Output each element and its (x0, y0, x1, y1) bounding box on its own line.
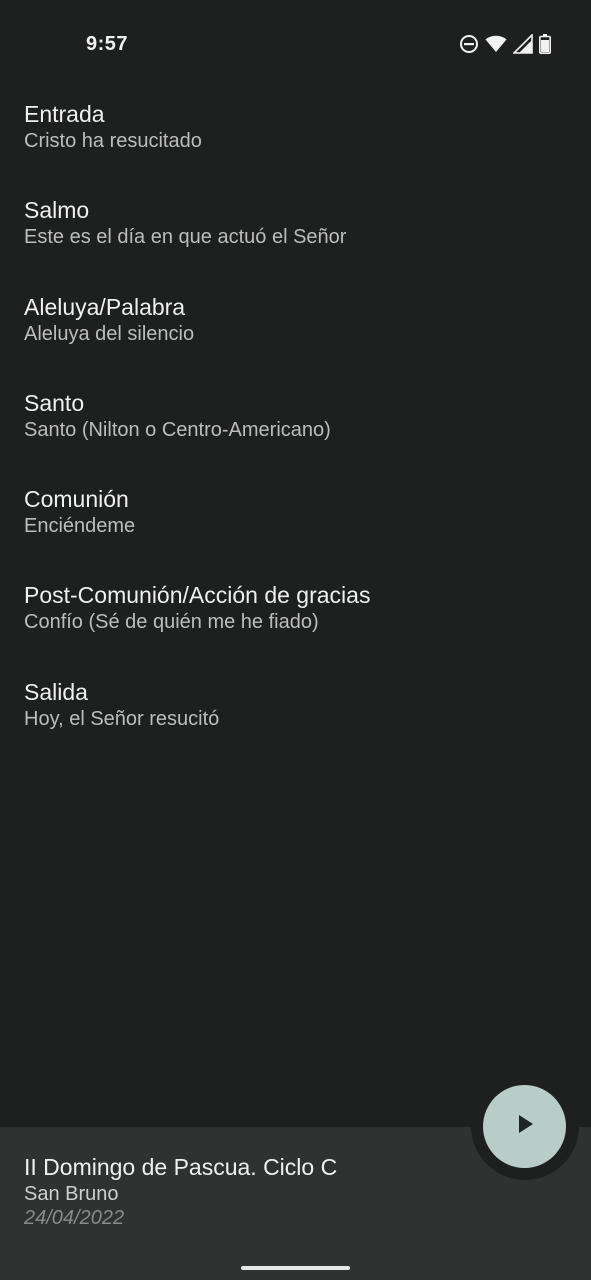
status-time: 9:57 (86, 33, 129, 55)
home-indicator[interactable] (241, 1266, 350, 1270)
status-bar: 9:57 (0, 0, 591, 90)
play-icon (514, 1113, 536, 1140)
play-button[interactable] (483, 1085, 566, 1168)
song-item-post-comunion[interactable]: Post-Comunión/Acción de gracias Confío (… (0, 565, 591, 661)
battery-icon (539, 34, 551, 54)
song-name: Confío (Sé de quién me he fiado) (24, 611, 319, 634)
song-item-salmo[interactable]: Salmo Este es el día en que actuó el Señ… (0, 180, 591, 276)
song-section-title: Santo (24, 389, 85, 416)
celebration-place: San Bruno (24, 1183, 119, 1205)
song-section-title: Comunión (24, 486, 129, 513)
song-section-title: Entrada (24, 101, 105, 127)
song-name: Cristo ha resucitado (24, 130, 202, 152)
song-name: Este es el día en que actuó el Señor (24, 226, 347, 249)
song-item-santo[interactable]: Santo Santo (Nilton o Centro-Americano) (0, 373, 591, 469)
song-name: Santo (Nilton o Centro-Americano) (24, 418, 331, 441)
status-icons (459, 34, 551, 54)
song-item-aleluya[interactable]: Aleluya/Palabra Aleluya del silencio (0, 277, 591, 373)
song-item-salida[interactable]: Salida Hoy, el Señor resucitó (0, 662, 591, 758)
do-not-disturb-icon (459, 34, 479, 54)
celebration-title: II Domingo de Pascua. Ciclo C (24, 1154, 338, 1180)
song-name: Aleluya del silencio (24, 322, 195, 345)
song-section-title: Salmo (24, 197, 90, 224)
song-name: Hoy, el Señor resucitó (24, 707, 220, 730)
song-item-entrada[interactable]: Entrada Cristo ha resucitado (0, 84, 591, 180)
song-section-title: Salida (24, 678, 88, 705)
app-screen: 9:57 Entrada Cristo ha resucitado Salmo … (0, 0, 591, 1280)
song-list: Entrada Cristo ha resucitado Salmo Este … (0, 84, 591, 758)
cellular-signal-icon (513, 34, 533, 54)
wifi-icon (485, 34, 507, 54)
song-section-title: Aleluya/Palabra (24, 293, 186, 320)
song-name: Enciéndeme (24, 515, 136, 538)
song-section-title: Post-Comunión/Acción de gracias (24, 582, 371, 609)
celebration-date: 24/04/2022 (24, 1207, 125, 1229)
song-item-comunion[interactable]: Comunión Enciéndeme (0, 469, 591, 565)
